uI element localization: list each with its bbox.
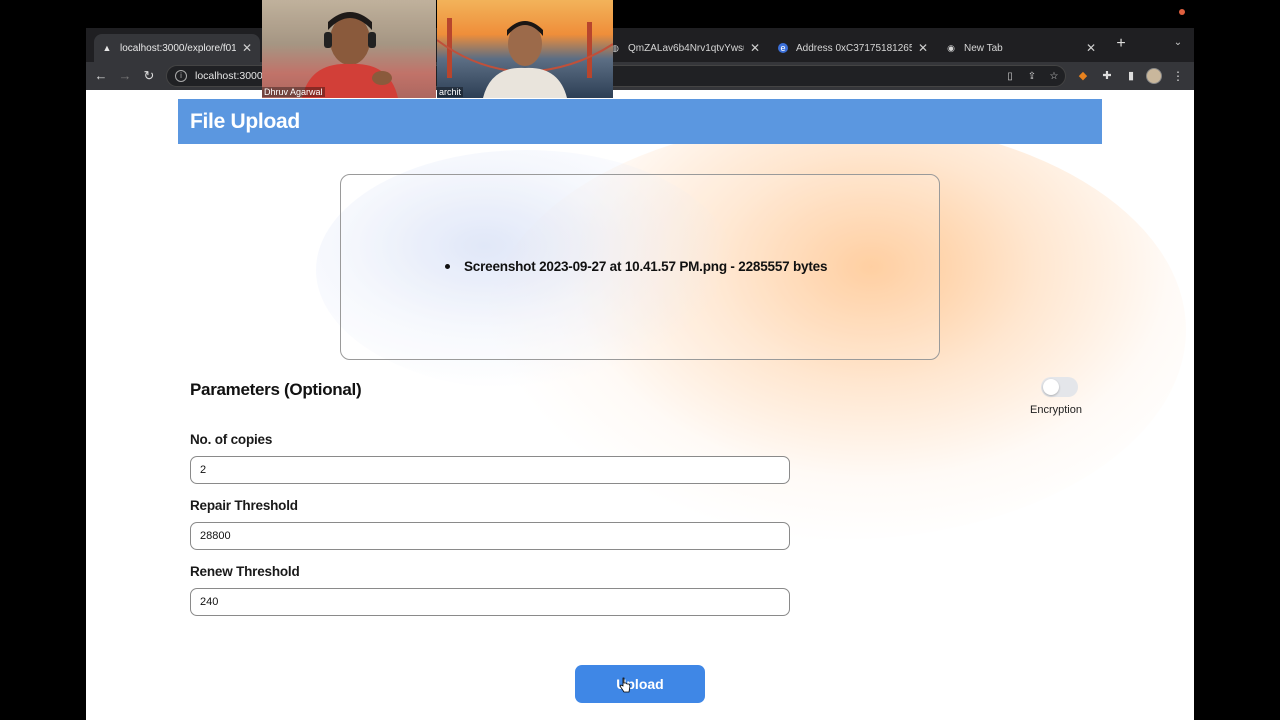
repair-threshold-input[interactable]: [190, 522, 790, 550]
tab-title: QmZALav6b4Nrv1qtvYwsuu: [628, 42, 744, 54]
browser-window: ▲ localhost:3000/explore/f0196 ✕ ◍ QmZAL…: [86, 28, 1194, 720]
chevron-down-icon[interactable]: ⌄: [1172, 37, 1184, 49]
back-arrow-icon[interactable]: ←: [92, 67, 110, 85]
tab-bar: ▲ localhost:3000/explore/f0196 ✕ ◍ QmZAL…: [86, 28, 1194, 62]
encryption-label: Encryption: [1030, 404, 1082, 416]
selected-file-item: Screenshot 2023-09-27 at 10.41.57 PM.png…: [445, 259, 827, 274]
repair-threshold-label: Repair Threshold: [190, 498, 298, 513]
tab-etherscan[interactable]: e Address 0xC37175181265D7 ✕: [770, 34, 936, 62]
page-title: File Upload: [190, 109, 300, 133]
metamask-fox-icon[interactable]: ◆: [1076, 69, 1090, 83]
tab-localhost[interactable]: ▲ localhost:3000/explore/f0196 ✕: [94, 34, 260, 62]
page-content: File Upload Screenshot 2023-09-27 at 10.…: [86, 90, 1194, 720]
close-tab-icon[interactable]: ✕: [918, 41, 928, 55]
video-tile-archit: archit: [437, 0, 613, 98]
hand-cursor-icon: [619, 677, 631, 693]
tab-ipfs[interactable]: ◍ QmZALav6b4Nrv1qtvYwsuu ✕: [602, 34, 768, 62]
vercel-triangle-icon: ▲: [102, 43, 112, 53]
reload-icon[interactable]: ↻: [140, 67, 158, 85]
screen: ▲ localhost:3000/explore/f0196 ✕ ◍ QmZAL…: [0, 0, 1280, 720]
participant-video-icon: [262, 0, 436, 98]
file-upload-header: File Upload: [178, 99, 1102, 144]
close-tab-icon[interactable]: ✕: [750, 41, 760, 55]
video-tile-dhruv: Dhruv Agarwal: [262, 0, 436, 98]
participant-name: Dhruv Agarwal: [262, 87, 325, 97]
side-panel-icon[interactable]: ▮: [1124, 69, 1138, 83]
parameters-title: Parameters (Optional): [190, 380, 362, 399]
tab-title: localhost:3000/explore/f0196: [120, 42, 236, 54]
file-dropzone[interactable]: Screenshot 2023-09-27 at 10.41.57 PM.png…: [340, 174, 940, 360]
address-url: localhost:3000: [195, 70, 263, 82]
copies-input[interactable]: [190, 456, 790, 484]
close-tab-icon[interactable]: ✕: [1086, 41, 1096, 55]
profile-avatar[interactable]: [1146, 68, 1162, 84]
participant-name: archit: [437, 87, 464, 97]
info-icon[interactable]: i: [175, 70, 187, 82]
share-icon[interactable]: ⇪: [1025, 70, 1039, 84]
new-tab-icon[interactable]: +: [1114, 36, 1128, 52]
encryption-toggle[interactable]: [1041, 377, 1078, 397]
star-icon[interactable]: ☆: [1047, 70, 1061, 84]
chrome-icon: ◉: [947, 42, 955, 53]
tab-new-tab[interactable]: ◉ New Tab ✕: [938, 34, 1104, 62]
puzzle-extensions-icon[interactable]: ✚: [1100, 69, 1114, 83]
renew-threshold-input[interactable]: [190, 588, 790, 616]
recording-indicator-icon: [1179, 9, 1185, 15]
document-icon[interactable]: ▯: [1003, 70, 1017, 84]
tab-title: Address 0xC37175181265D7: [796, 42, 912, 54]
selected-file-text: Screenshot 2023-09-27 at 10.41.57 PM.png…: [464, 259, 828, 274]
forward-arrow-icon[interactable]: →: [116, 67, 134, 85]
copies-label: No. of copies: [190, 432, 273, 447]
bullet-icon: [445, 264, 450, 269]
etherscan-icon: e: [778, 43, 788, 53]
renew-threshold-label: Renew Threshold: [190, 564, 300, 579]
participant-video-icon: [437, 18, 613, 98]
toggle-knob: [1043, 379, 1059, 395]
browser-toolbar: ← → ↻ i localhost:3000 ▯ ⇪ ☆ ◆ ✚ ▮ ⋮: [86, 62, 1194, 90]
more-menu-icon[interactable]: ⋮: [1172, 68, 1184, 84]
tab-title: New Tab: [964, 42, 1003, 54]
upload-button[interactable]: Upload: [575, 665, 705, 703]
close-tab-icon[interactable]: ✕: [242, 41, 252, 55]
